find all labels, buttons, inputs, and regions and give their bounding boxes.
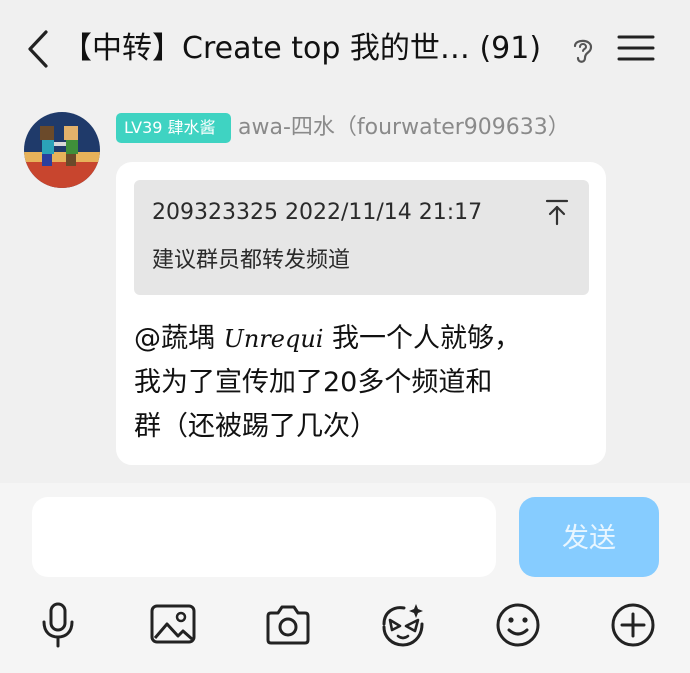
avatar[interactable] <box>24 112 100 188</box>
microphone-icon[interactable] <box>33 600 83 650</box>
quoted-message[interactable]: 209323325 2022/11/14 21:17 建议群员都转发频道 <box>134 180 589 295</box>
image-icon[interactable] <box>148 600 198 650</box>
message-line-3: 群（还被踢了几次） <box>134 411 377 442</box>
composer: 发送 <box>0 483 690 673</box>
hamburger-menu-icon[interactable] <box>616 32 656 64</box>
sender-name[interactable]: awa-四水（fourwater909633） <box>238 112 570 144</box>
camera-icon[interactable] <box>263 600 313 650</box>
message-line-1: 我一个人就够， <box>332 323 522 354</box>
mention-name: Unrequi <box>223 325 324 353</box>
plus-circle-icon[interactable] <box>608 600 658 650</box>
mention[interactable]: @蔬堣 <box>134 323 215 354</box>
message-input[interactable] <box>32 497 496 577</box>
message-bubble[interactable]: 209323325 2022/11/14 21:17 建议群员都转发频道 @蔬堣… <box>116 162 606 465</box>
chat-title[interactable]: 【中转】Create top 我的世… (91) <box>62 26 562 72</box>
quote-text: 建议群员都转发频道 <box>152 248 351 273</box>
jump-to-original-icon[interactable] <box>544 198 570 226</box>
message-line-2: 我为了宣传加了20多个频道和 <box>134 367 493 398</box>
chevron-left-icon[interactable] <box>24 28 54 70</box>
message-text: @蔬堣 Unrequi 我一个人就够， 我为了宣传加了20多个频道和 群（还被踢… <box>134 317 594 449</box>
level-badge: LV39 肆水酱 <box>116 113 231 143</box>
emoji-icon[interactable] <box>493 600 543 650</box>
chat-header: 【中转】Create top 我的世… (91) <box>0 0 690 96</box>
sticker-face-icon[interactable] <box>378 600 428 650</box>
quote-meta: 209323325 2022/11/14 21:17 <box>152 200 483 225</box>
ear-icon[interactable] <box>570 34 596 64</box>
send-button[interactable]: 发送 <box>519 497 659 577</box>
